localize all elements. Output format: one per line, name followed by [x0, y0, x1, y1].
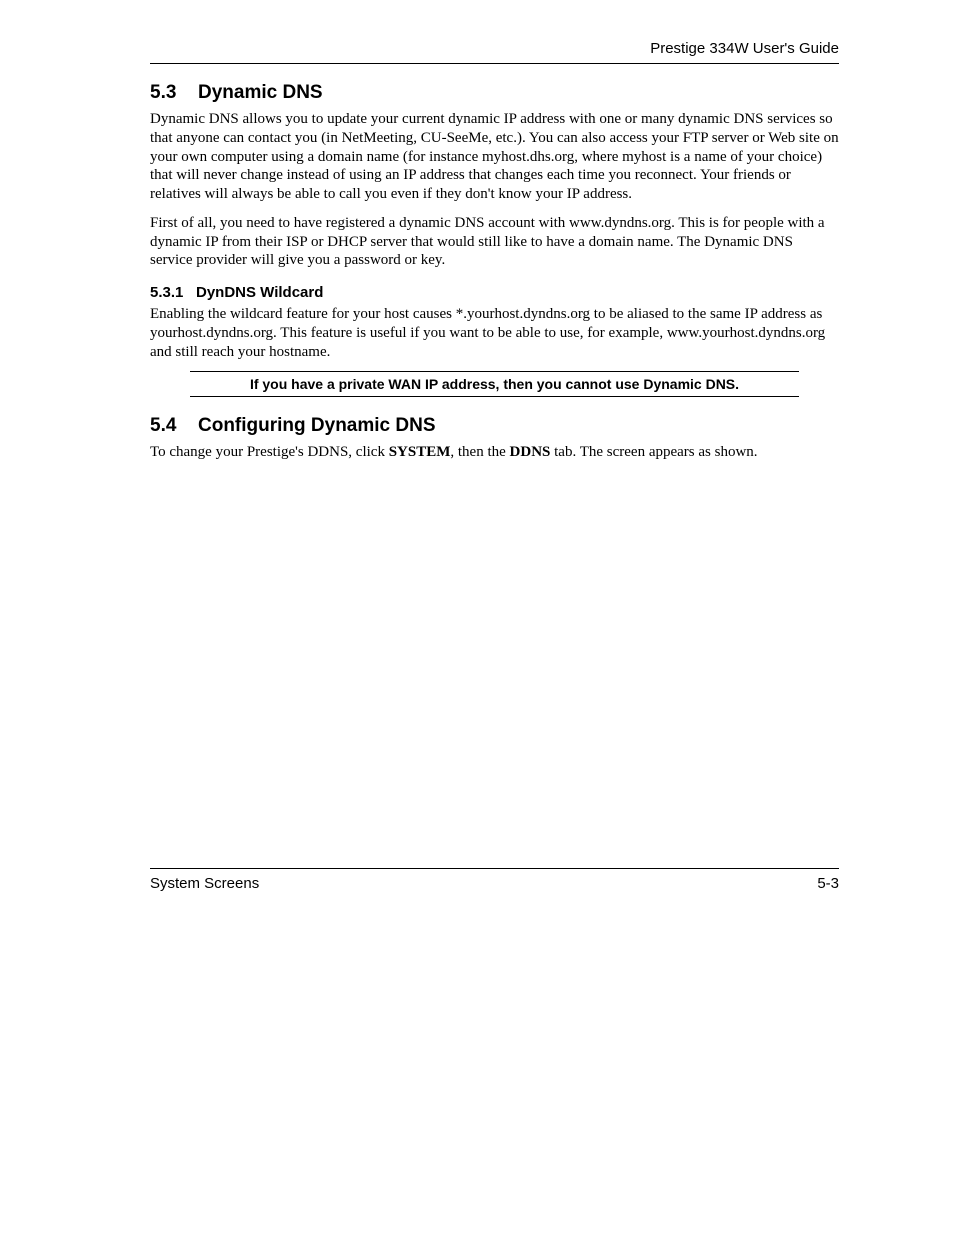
footer-left: System Screens: [150, 875, 259, 892]
heading-text: Configuring Dynamic DNS: [198, 415, 436, 436]
subheading-text: DynDNS Wildcard: [196, 284, 323, 301]
page-content: Prestige 334W User's Guide 5.3Dynamic DN…: [0, 0, 954, 462]
para-5-3-1: Dynamic DNS allows you to update your cu…: [150, 110, 839, 204]
page-header: Prestige 334W User's Guide: [150, 40, 839, 64]
note-box: If you have a private WAN IP address, th…: [190, 371, 799, 397]
bold-system: SYSTEM: [389, 444, 451, 460]
heading-5-3: 5.3Dynamic DNS: [150, 82, 839, 104]
page-footer: System Screens 5-3: [150, 868, 839, 892]
footer-right: 5-3: [817, 875, 839, 892]
para-5-3-1-1: Enabling the wildcard feature for your h…: [150, 305, 839, 361]
text-run: To change your Prestige's DDNS, click: [150, 444, 389, 460]
para-5-3-2: First of all, you need to have registere…: [150, 214, 839, 270]
heading-number: 5.4: [150, 415, 198, 437]
note-rule-bottom: [190, 396, 799, 397]
subheading-number: 5.3.1: [150, 284, 196, 301]
heading-text: Dynamic DNS: [198, 82, 323, 103]
header-title: Prestige 334W User's Guide: [650, 40, 839, 57]
text-run: tab. The screen appears as shown.: [550, 444, 757, 460]
text-run: , then the: [450, 444, 509, 460]
para-5-4-1: To change your Prestige's DDNS, click SY…: [150, 443, 839, 462]
note-text: If you have a private WAN IP address, th…: [190, 372, 799, 396]
heading-5-3-1: 5.3.1DynDNS Wildcard: [150, 284, 839, 301]
heading-number: 5.3: [150, 82, 198, 104]
heading-5-4: 5.4Configuring Dynamic DNS: [150, 415, 839, 437]
bold-ddns: DDNS: [510, 444, 551, 460]
